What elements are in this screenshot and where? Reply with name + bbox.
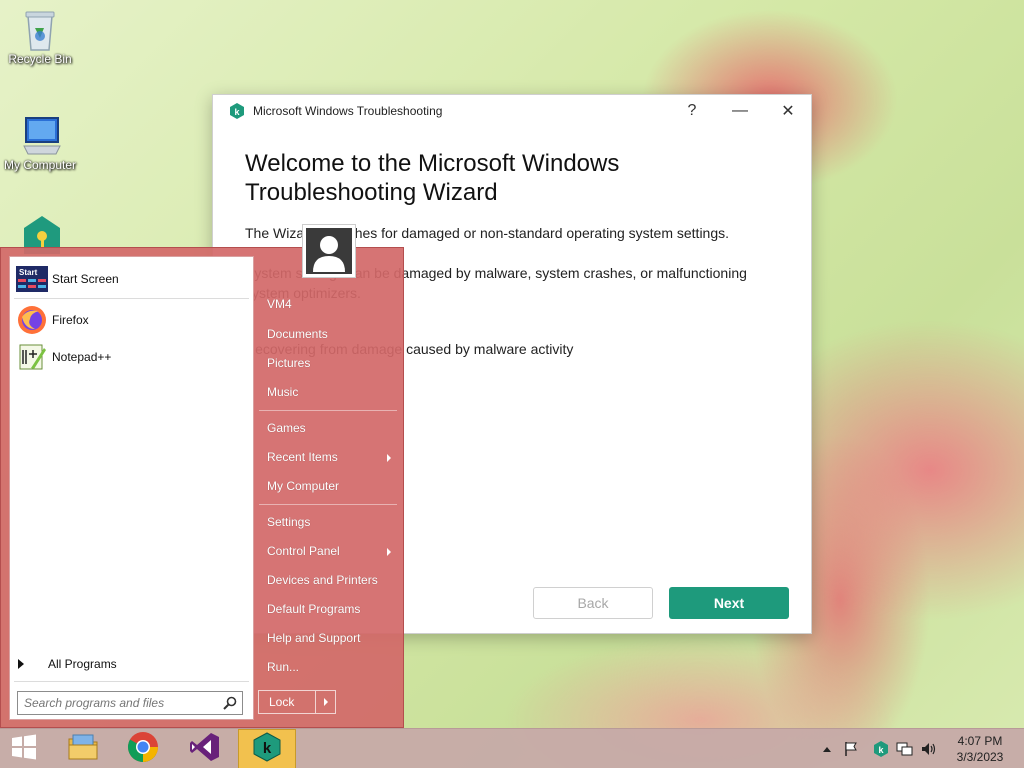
taskbar-kaspersky[interactable]: k xyxy=(238,729,296,768)
help-button[interactable]: ? xyxy=(669,95,715,127)
all-programs-button[interactable]: All Programs xyxy=(18,657,117,671)
start-screen-icon: Start xyxy=(16,263,48,295)
kaspersky-icon: k xyxy=(252,731,282,767)
search-icon[interactable] xyxy=(223,696,237,710)
computer-icon xyxy=(20,114,61,155)
recycle-bin-icon xyxy=(20,8,60,51)
start-item-firefox[interactable]: Firefox xyxy=(16,304,89,336)
menu-item-my-computer[interactable]: My Computer xyxy=(267,479,339,493)
desktop-icon-label: My Computer xyxy=(3,158,77,172)
chevron-right-icon xyxy=(387,548,391,556)
svg-text:Start: Start xyxy=(19,268,38,277)
start-item-label: Start Screen xyxy=(52,272,119,286)
close-button[interactable]: ✕ xyxy=(765,95,811,127)
menu-item-run[interactable]: Run... xyxy=(267,660,299,674)
system-clock[interactable]: 4:07 PM 3/3/2023 xyxy=(950,733,1010,765)
start-item-label: Firefox xyxy=(52,313,89,327)
menu-item-pictures[interactable]: Pictures xyxy=(267,356,310,370)
wizard-title: Microsoft Windows Troubleshooting xyxy=(253,104,443,118)
taskbar-visual-studio[interactable] xyxy=(176,729,234,768)
wizard-heading: Welcome to the Microsoft Windows Trouble… xyxy=(245,150,620,206)
kaspersky-app-icon: k xyxy=(229,103,245,119)
lock-options-arrow[interactable] xyxy=(315,691,335,713)
taskbar-chrome[interactable] xyxy=(114,729,172,768)
search-box[interactable] xyxy=(17,691,243,715)
menu-item-help-and-support[interactable]: Help and Support xyxy=(267,631,360,645)
volume-icon[interactable] xyxy=(918,729,940,768)
menu-item-vm4[interactable]: VM4 xyxy=(267,297,292,311)
menu-item-music[interactable]: Music xyxy=(267,385,298,399)
minimize-button[interactable]: — xyxy=(717,95,763,127)
visual-studio-icon xyxy=(189,731,221,768)
kaspersky-tray-icon[interactable]: k xyxy=(870,729,892,768)
next-button[interactable]: Next xyxy=(669,587,789,619)
start-menu-programs-pane: Start Start Screen Firefox Notepad++ All… xyxy=(9,256,254,720)
user-account-picture[interactable] xyxy=(302,224,356,278)
menu-item-settings[interactable]: Settings xyxy=(267,515,310,529)
show-hidden-icons-button[interactable] xyxy=(816,729,838,768)
divider xyxy=(259,410,397,411)
start-item-label: Notepad++ xyxy=(52,350,112,364)
lock-label: Lock xyxy=(269,695,295,709)
start-item-notepadpp[interactable]: Notepad++ xyxy=(16,341,111,373)
menu-item-documents[interactable]: Documents xyxy=(267,327,328,341)
chevron-right-icon xyxy=(387,454,391,462)
search-input[interactable] xyxy=(18,692,208,714)
menu-item-recent-items[interactable]: Recent Items xyxy=(267,450,338,464)
file-explorer-icon xyxy=(67,733,99,766)
start-menu: Start Start Screen Firefox Notepad++ All… xyxy=(0,224,404,728)
action-center-flag-icon[interactable] xyxy=(840,729,862,768)
desktop-icon-recycle-bin[interactable]: Recycle Bin xyxy=(0,8,80,66)
notepadpp-icon xyxy=(16,341,48,373)
wizard-titlebar[interactable]: k Microsoft Windows Troubleshooting ? — … xyxy=(213,95,811,127)
start-item-start-screen[interactable]: Start Start Screen xyxy=(16,263,119,295)
all-programs-label: All Programs xyxy=(48,657,117,671)
clock-time: 4:07 PM xyxy=(957,734,1003,748)
chevron-right-icon xyxy=(323,698,328,706)
windows-logo-icon xyxy=(11,734,37,765)
triangle-right-icon xyxy=(18,659,24,669)
clock-date: 3/3/2023 xyxy=(956,750,1004,764)
user-avatar-icon xyxy=(306,228,352,274)
divider xyxy=(259,504,397,505)
taskbar: k k 4:07 PM 3/3/2023 xyxy=(0,728,1024,768)
desktop-icon-my-computer[interactable]: My Computer xyxy=(0,114,80,172)
menu-item-games[interactable]: Games xyxy=(267,421,306,435)
menu-item-devices-and-printers[interactable]: Devices and Printers xyxy=(267,573,378,587)
back-button[interactable]: Back xyxy=(533,587,653,619)
chrome-icon xyxy=(127,731,159,768)
desktop-icon-label: Recycle Bin xyxy=(8,52,72,66)
menu-item-default-programs[interactable]: Default Programs xyxy=(267,602,360,616)
network-icon[interactable] xyxy=(894,729,916,768)
divider xyxy=(14,681,249,682)
chevron-up-icon xyxy=(823,746,831,752)
lock-button[interactable]: Lock xyxy=(258,690,336,714)
firefox-icon xyxy=(16,304,48,336)
svg-text:k: k xyxy=(263,740,272,757)
menu-item-control-panel[interactable]: Control Panel xyxy=(267,544,340,558)
taskbar-file-explorer[interactable] xyxy=(54,729,112,768)
start-button[interactable] xyxy=(0,729,48,768)
divider xyxy=(14,298,249,299)
